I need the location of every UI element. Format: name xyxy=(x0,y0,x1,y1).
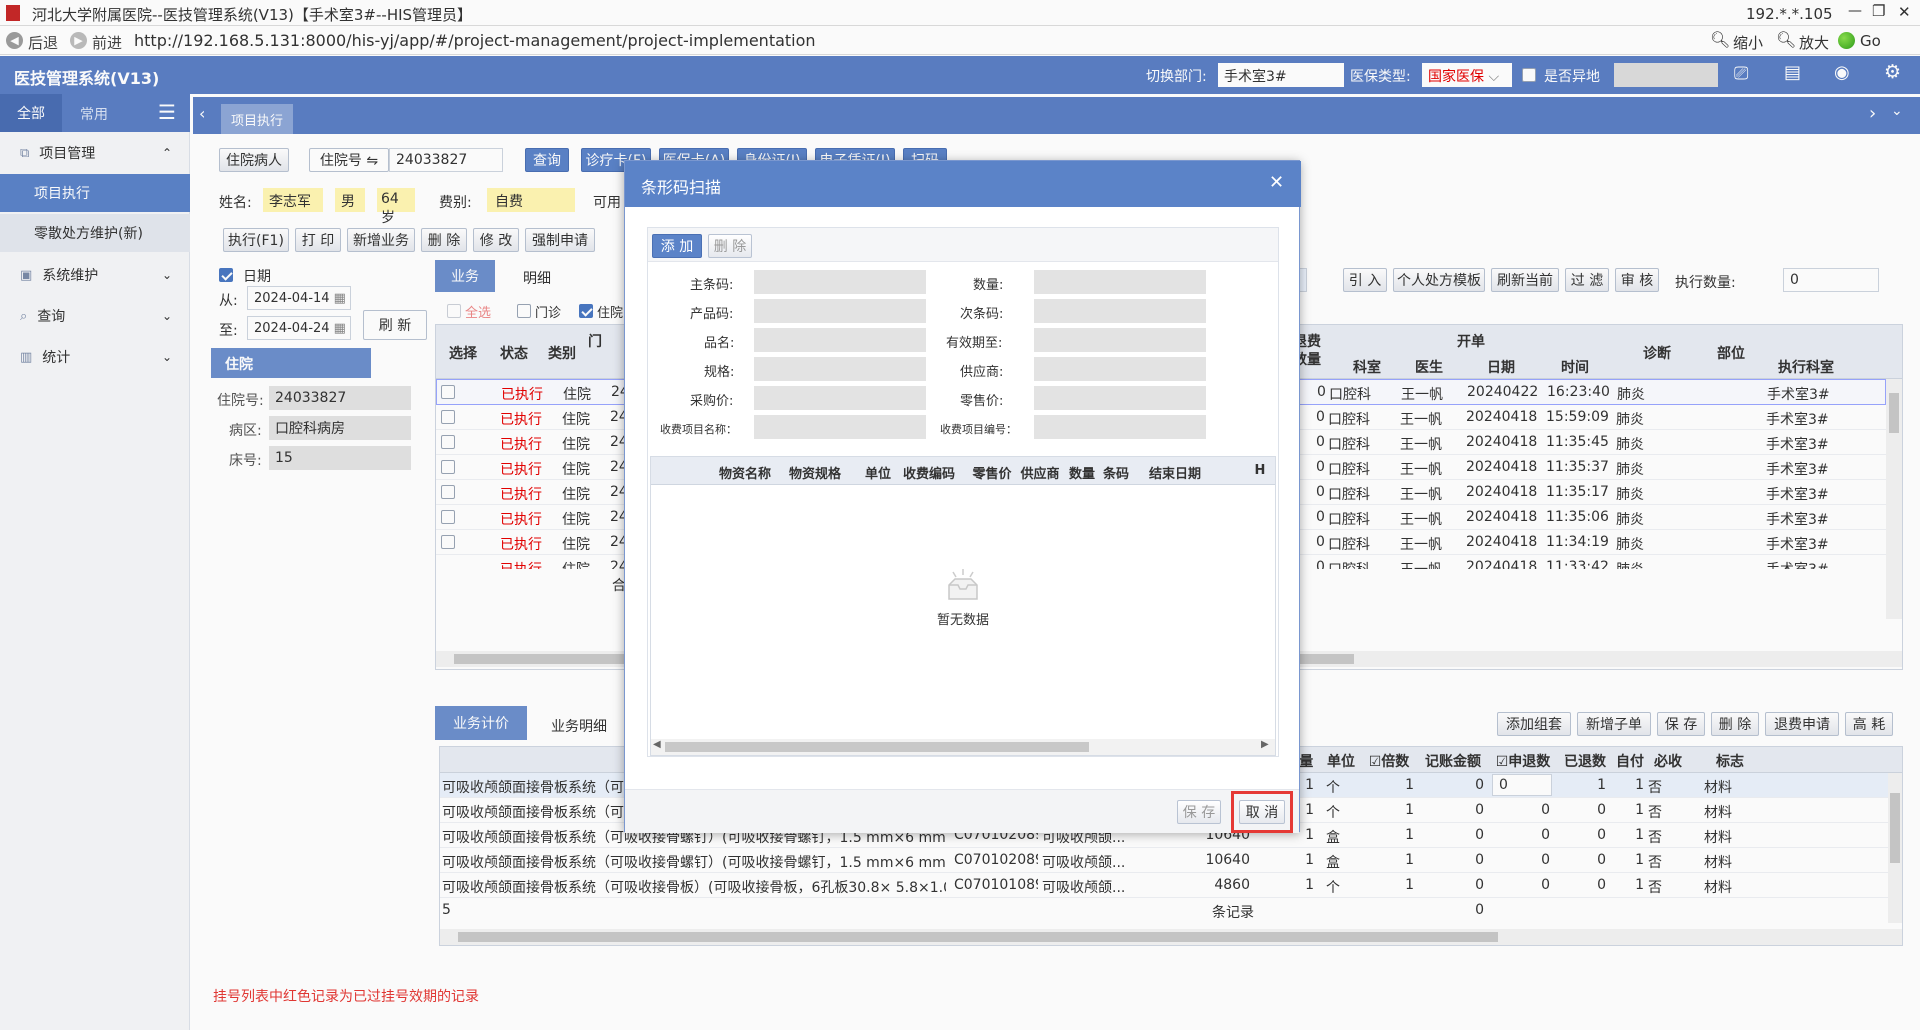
purchase-price-label: 采购价: xyxy=(690,394,734,409)
fee-item-code-field[interactable] xyxy=(1034,415,1206,439)
col-h: H xyxy=(1254,463,1266,478)
sub-code-field[interactable] xyxy=(1034,299,1206,323)
qty-label: 数量: xyxy=(973,278,1004,293)
col-item-unit: 单位 xyxy=(864,467,891,482)
fee-item-name-label: 收费项目名称： xyxy=(660,423,737,436)
barcode-modal: 条形码扫描 ✕ 添 加 删 除 主条码: 数量: 产品码: 次条码: 品名: 有… xyxy=(624,160,1301,833)
col-qty: 数量 xyxy=(1068,467,1095,482)
scroll-thumb[interactable] xyxy=(665,742,1089,752)
col-end-date: 结束日期 xyxy=(1148,467,1201,482)
product-code-label: 产品码: xyxy=(690,307,734,322)
modal-save-button[interactable]: 保 存 xyxy=(1177,800,1221,824)
spec-label: 规格: xyxy=(704,365,735,380)
sub-code-label: 次条码: xyxy=(960,307,1004,322)
product-name-field[interactable] xyxy=(754,328,926,352)
retail-price-label: 零售价: xyxy=(960,394,1004,409)
modal-delete-button[interactable]: 删 除 xyxy=(708,234,752,258)
col-item-name: 物资名称 xyxy=(718,467,771,482)
empty-box-icon xyxy=(948,569,978,600)
scroll-left-icon[interactable]: ◀ xyxy=(653,739,661,750)
col-retail: 零售价 xyxy=(972,467,1012,482)
modal-body: 添 加 删 除 主条码: 数量: 产品码: 次条码: 品名: 有效期至: 规格:… xyxy=(647,227,1279,757)
qty-field[interactable] xyxy=(1034,270,1206,294)
scroll-right-icon[interactable]: ▶ xyxy=(1261,739,1269,750)
modal-header: 条形码扫描 ✕ xyxy=(625,161,1301,207)
modal-grid: 物资名称 物资规格 单位 收费编码 零售价 供应商 数量 条码 结束日期 H 暂… xyxy=(650,456,1276,756)
empty-text: 暂无数据 xyxy=(936,613,989,628)
product-code-field[interactable] xyxy=(754,299,926,323)
purchase-price-field[interactable] xyxy=(754,386,926,410)
main-code-field[interactable] xyxy=(754,270,926,294)
modal-cancel-button[interactable]: 取 消 xyxy=(1239,800,1285,824)
product-name-label: 品名: xyxy=(704,336,735,351)
expiry-field[interactable] xyxy=(1034,328,1206,352)
modal-grid-header: 物资名称 物资规格 单位 收费编码 零售价 供应商 数量 条码 结束日期 H xyxy=(651,457,1275,485)
supplier-field[interactable] xyxy=(1034,357,1206,381)
modal-add-button[interactable]: 添 加 xyxy=(652,234,702,258)
retail-price-field[interactable] xyxy=(1034,386,1206,410)
spec-field[interactable] xyxy=(754,357,926,381)
col-fee-code: 收费编码 xyxy=(902,467,955,482)
main-code-label: 主条码: xyxy=(690,278,734,293)
modal-toolbar: 添 加 删 除 xyxy=(648,228,1278,262)
fee-item-name-field[interactable] xyxy=(754,415,926,439)
close-icon[interactable]: ✕ xyxy=(1269,172,1284,193)
expiry-label: 有效期至: xyxy=(946,336,1003,351)
modal-footer: 保 存 取 消 xyxy=(625,789,1299,833)
modal-title: 条形码扫描 xyxy=(641,178,722,197)
col-barcode: 条码 xyxy=(1102,467,1129,482)
supplier-label: 供应商: xyxy=(960,365,1004,380)
fee-item-code-label: 收费项目编号： xyxy=(940,423,1017,436)
modal-hscroll[interactable]: ◀ ▶ xyxy=(651,739,1275,755)
col-supplier: 供应商 xyxy=(1020,467,1060,482)
empty-state: 暂无数据 xyxy=(913,567,1013,637)
col-item-spec: 物资规格 xyxy=(788,467,841,482)
